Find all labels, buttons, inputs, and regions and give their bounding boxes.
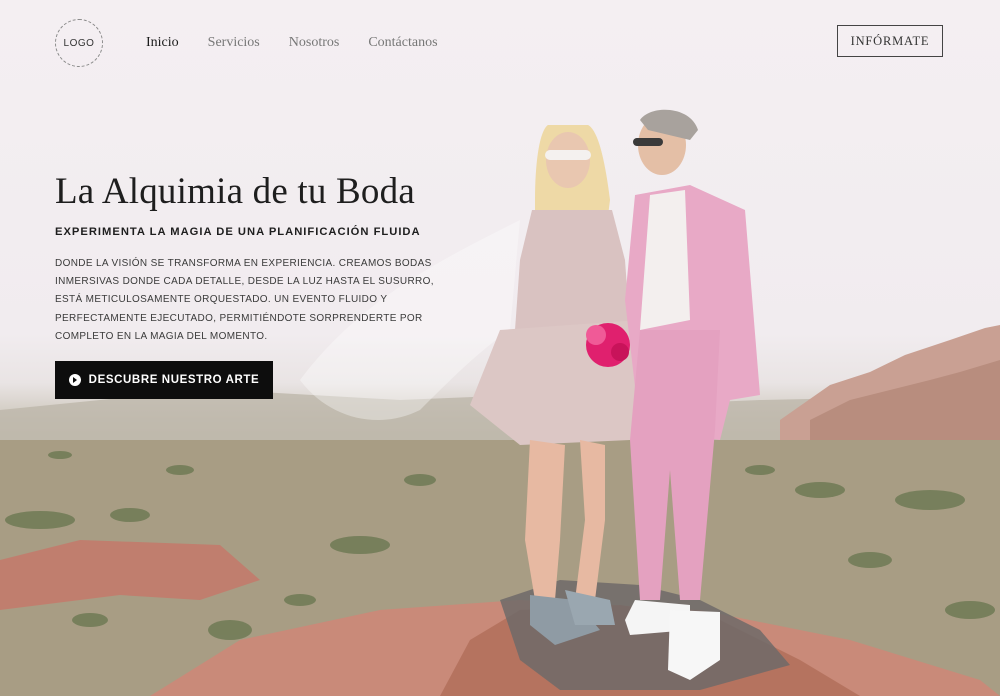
- discover-art-label: DESCUBRE NUESTRO ARTE: [88, 374, 260, 386]
- page-title: La Alquimia de tu Boda: [55, 171, 415, 212]
- discover-art-button[interactable]: DESCUBRE NUESTRO ARTE: [55, 361, 273, 399]
- site-header: LOGO Inicio Servicios Nosotros Contáctan…: [0, 0, 1000, 84]
- hero-content: La Alquimia de tu Boda EXPERIMENTA LA MA…: [55, 170, 475, 356]
- nav-item-servicios[interactable]: Servicios: [208, 35, 260, 51]
- logo[interactable]: LOGO: [55, 19, 103, 67]
- nav-item-nosotros[interactable]: Nosotros: [289, 35, 340, 51]
- nav-item-contactanos[interactable]: Contáctanos: [368, 35, 437, 51]
- play-circle-icon: [68, 374, 81, 386]
- main-nav: Inicio Servicios Nosotros Contáctanos: [146, 35, 467, 51]
- informate-button[interactable]: INFÓRMATE: [837, 25, 943, 57]
- hero-subtitle: EXPERIMENTA LA MAGIA DE UNA PLANIFICACIÓ…: [55, 226, 421, 238]
- nav-item-inicio[interactable]: Inicio: [146, 35, 179, 51]
- logo-text: LOGO: [63, 37, 95, 49]
- hero-description: DONDE LA VISIÓN SE TRANSFORMA EN EXPERIE…: [55, 258, 434, 342]
